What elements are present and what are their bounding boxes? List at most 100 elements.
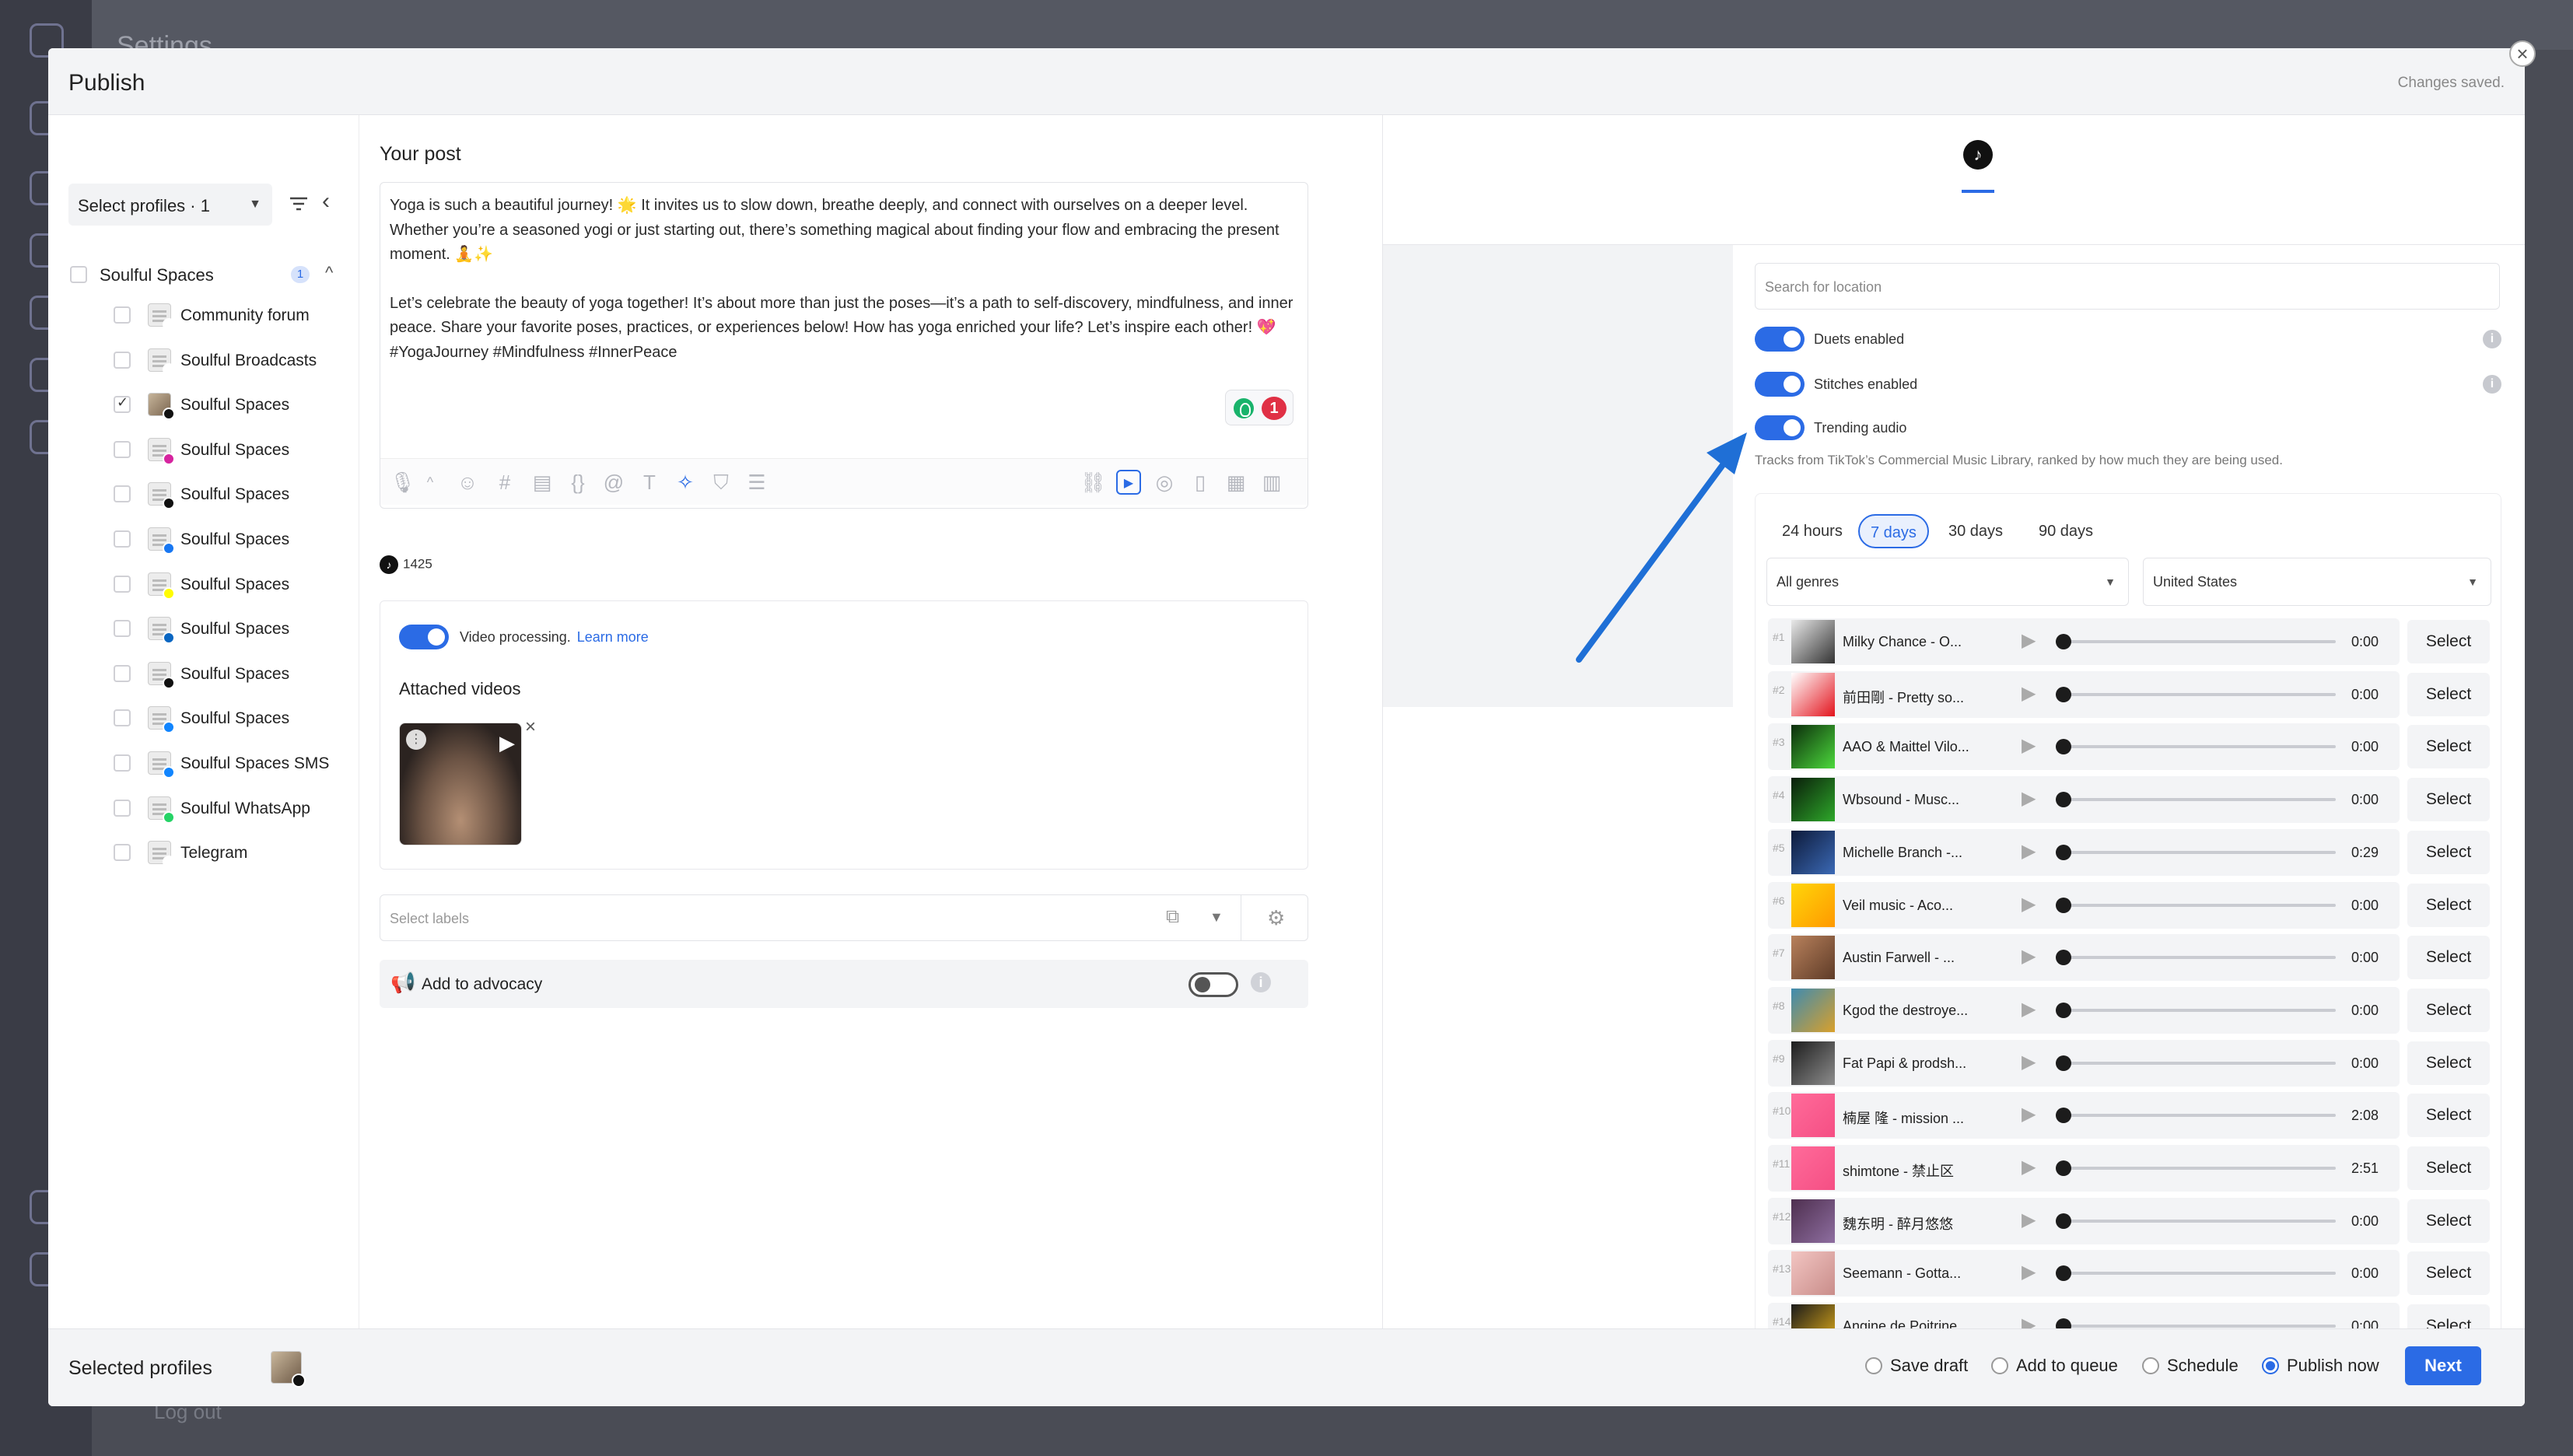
play-icon[interactable]: ▶ bbox=[2022, 1156, 2036, 1178]
close-modal-button[interactable]: × bbox=[2509, 40, 2536, 67]
profile-checkbox[interactable] bbox=[114, 844, 131, 862]
track-scrubber-handle[interactable] bbox=[2056, 634, 2071, 649]
save-draft-option[interactable]: Save draft bbox=[1865, 1356, 1968, 1376]
profile-checkbox[interactable] bbox=[114, 754, 131, 772]
text-format-icon[interactable]: T bbox=[637, 470, 662, 495]
notes-icon[interactable]: ☰ bbox=[744, 470, 769, 495]
info-icon[interactable]: i bbox=[2483, 330, 2501, 348]
tiktok-tab-icon[interactable]: ♪ bbox=[1963, 140, 1993, 170]
track-progress-bar[interactable] bbox=[2056, 1008, 2336, 1012]
video-icon[interactable]: ▶ bbox=[1116, 470, 1141, 495]
ai-assist-badge[interactable]: 1 bbox=[1225, 390, 1294, 425]
select-track-button[interactable]: Select bbox=[2407, 725, 2490, 769]
document-icon[interactable]: ▯ bbox=[1188, 470, 1213, 495]
collapse-sidebar-icon[interactable]: ‹ bbox=[322, 190, 330, 213]
play-icon[interactable]: ▶ bbox=[2022, 682, 2036, 705]
play-icon[interactable]: ▶ bbox=[2022, 787, 2036, 810]
profile-group[interactable]: Soulful Spaces 1 ^ bbox=[65, 255, 353, 294]
genre-select[interactable]: All genres ▼ bbox=[1766, 558, 2129, 606]
play-icon[interactable]: ▶ bbox=[2022, 998, 2036, 1020]
info-icon[interactable]: i bbox=[2483, 375, 2501, 394]
select-track-button[interactable]: Select bbox=[2407, 1199, 2490, 1243]
video-thumbnail[interactable]: ⋮ ▶ bbox=[399, 723, 522, 845]
chevron-down-icon[interactable]: ▼ bbox=[1209, 909, 1223, 926]
select-track-button[interactable]: Select bbox=[2407, 1041, 2490, 1085]
save-draft-radio[interactable] bbox=[1865, 1357, 1882, 1374]
track-scrubber-handle[interactable] bbox=[2056, 844, 2071, 860]
profile-item[interactable]: Soulful WhatsApp bbox=[65, 787, 353, 832]
track-progress-bar[interactable] bbox=[2056, 640, 2336, 643]
remove-video-icon[interactable]: × bbox=[525, 716, 536, 738]
chevron-up-icon[interactable]: ^ bbox=[325, 263, 333, 283]
microphone-icon[interactable]: 🎙 bbox=[390, 470, 415, 495]
profile-item[interactable]: Soulful Spaces bbox=[65, 697, 353, 742]
profile-checkbox[interactable] bbox=[114, 799, 131, 817]
play-icon[interactable]: ▶ bbox=[2022, 1103, 2036, 1125]
gif-icon[interactable]: ▥ bbox=[1259, 470, 1284, 495]
play-icon[interactable]: ▶ bbox=[2022, 734, 2036, 757]
gear-icon[interactable]: ⚙ bbox=[1267, 906, 1285, 930]
mention-icon[interactable]: @ bbox=[601, 470, 626, 495]
select-profiles-dropdown[interactable]: Select profiles · 1 ▼ bbox=[68, 184, 272, 226]
profile-item[interactable]: Telegram bbox=[65, 831, 353, 877]
track-progress-bar[interactable] bbox=[2056, 1114, 2336, 1118]
profile-checkbox[interactable] bbox=[114, 664, 131, 682]
profile-item[interactable]: Soulful Spaces bbox=[65, 518, 353, 563]
profile-item[interactable]: Soulful Spaces SMS bbox=[65, 742, 353, 787]
profile-checkbox[interactable] bbox=[114, 575, 131, 593]
track-progress-bar[interactable] bbox=[2056, 903, 2336, 907]
group-checkbox[interactable] bbox=[70, 266, 87, 283]
schedule-option[interactable]: Schedule bbox=[2142, 1356, 2239, 1376]
hashtag-icon[interactable]: # bbox=[492, 470, 517, 495]
track-progress-bar[interactable] bbox=[2056, 798, 2336, 802]
play-icon[interactable]: ▶ bbox=[2022, 1261, 2036, 1283]
profile-item[interactable]: Soulful Spaces bbox=[65, 563, 353, 608]
select-track-button[interactable]: Select bbox=[2407, 1251, 2490, 1296]
select-track-button[interactable]: Select bbox=[2407, 936, 2490, 980]
track-progress-bar[interactable] bbox=[2056, 1061, 2336, 1065]
stitches-toggle[interactable] bbox=[1755, 372, 1805, 397]
video-processing-toggle[interactable] bbox=[399, 625, 449, 649]
shield-icon[interactable]: ⛉ bbox=[709, 470, 733, 495]
play-icon[interactable]: ▶ bbox=[2022, 629, 2036, 652]
labels-copy-icon[interactable]: ⧉ bbox=[1166, 906, 1179, 928]
select-track-button[interactable]: Select bbox=[2407, 988, 2490, 1032]
post-text[interactable]: Yoga is such a beautiful journey! 🌟 It i… bbox=[390, 194, 1300, 389]
play-icon[interactable]: ▶ bbox=[499, 731, 515, 755]
track-scrubber-handle[interactable] bbox=[2056, 792, 2071, 808]
add-to-queue-option[interactable]: Add to queue bbox=[1991, 1356, 2118, 1376]
advocacy-toggle[interactable] bbox=[1188, 972, 1238, 997]
profile-checkbox[interactable] bbox=[114, 620, 131, 638]
schedule-radio[interactable] bbox=[2142, 1357, 2159, 1374]
select-track-button[interactable]: Select bbox=[2407, 778, 2490, 822]
gallery-icon[interactable]: ▦ bbox=[1223, 470, 1248, 495]
track-scrubber-handle[interactable] bbox=[2056, 686, 2071, 702]
track-scrubber-handle[interactable] bbox=[2056, 1055, 2071, 1071]
track-progress-bar[interactable] bbox=[2056, 956, 2336, 960]
play-icon[interactable]: ▶ bbox=[2022, 893, 2036, 915]
select-track-button[interactable]: Select bbox=[2407, 672, 2490, 716]
link-icon[interactable]: ⛓ bbox=[1080, 470, 1106, 495]
labels-select[interactable]: Select labels ⧉ ▼ ⚙ bbox=[380, 894, 1308, 941]
track-progress-bar[interactable] bbox=[2056, 1272, 2336, 1276]
add-to-queue-radio[interactable] bbox=[1991, 1357, 2008, 1374]
track-progress-bar[interactable] bbox=[2056, 1325, 2336, 1328]
profile-item[interactable]: Soulful Broadcasts bbox=[65, 339, 353, 384]
snippet-icon[interactable]: ▤ bbox=[530, 470, 555, 495]
publish-now-option[interactable]: Publish now bbox=[2262, 1356, 2379, 1376]
ai-sparkle-icon[interactable]: ✧ bbox=[673, 470, 698, 495]
profile-checkbox[interactable] bbox=[114, 530, 131, 548]
profile-item[interactable]: Soulful Spaces bbox=[65, 653, 353, 698]
next-button[interactable]: Next bbox=[2405, 1346, 2481, 1385]
profile-checkbox[interactable] bbox=[114, 306, 131, 324]
variable-icon[interactable]: {} bbox=[565, 470, 590, 495]
profile-item[interactable]: Soulful Spaces bbox=[65, 607, 353, 653]
post-editor[interactable]: Yoga is such a beautiful journey! 🌟 It i… bbox=[380, 182, 1308, 509]
profile-item[interactable]: Soulful Spaces bbox=[65, 473, 353, 518]
track-scrubber-handle[interactable] bbox=[2056, 897, 2071, 913]
play-icon[interactable]: ▶ bbox=[2022, 1051, 2036, 1073]
emoji-icon[interactable]: ☺ bbox=[455, 470, 480, 495]
select-track-button[interactable]: Select bbox=[2407, 1094, 2490, 1138]
track-progress-bar[interactable] bbox=[2056, 1219, 2336, 1223]
profile-checkbox[interactable] bbox=[114, 485, 131, 503]
